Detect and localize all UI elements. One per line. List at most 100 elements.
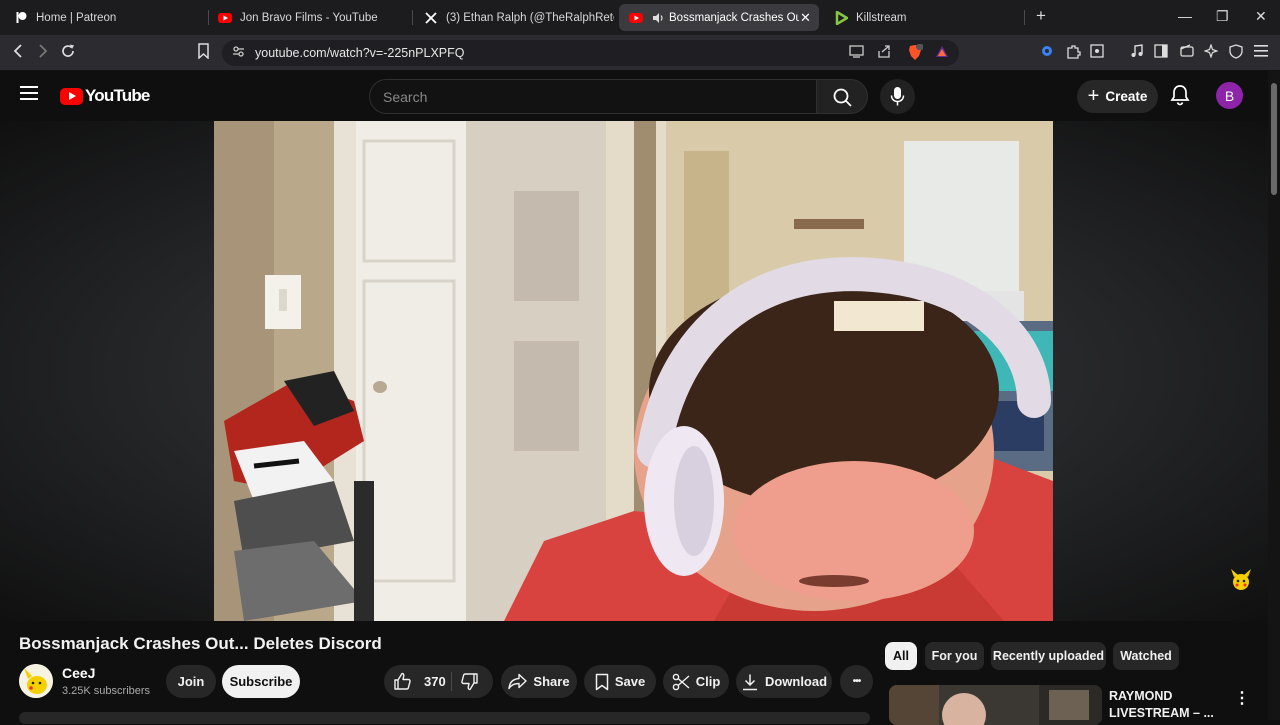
tab-separator	[412, 10, 413, 25]
youtube-masthead: YouTube + Create B	[0, 71, 1268, 121]
thumbs-down-icon	[461, 673, 478, 691]
scrollbar-thumb[interactable]	[1271, 83, 1277, 195]
wallet-icon[interactable]	[1180, 44, 1194, 61]
voice-search-button[interactable]	[880, 79, 915, 114]
screenshot-icon[interactable]	[1090, 44, 1104, 61]
tab-killstream[interactable]: Killstream	[824, 4, 1019, 31]
clip-label: Clip	[695, 674, 721, 689]
leo-ai-icon[interactable]	[1203, 43, 1219, 61]
guide-menu-icon[interactable]	[20, 86, 38, 100]
restore-button[interactable]: ❐	[1216, 8, 1229, 25]
youtube-icon	[629, 11, 643, 25]
reload-icon[interactable]	[60, 43, 76, 64]
share-page-icon[interactable]	[877, 45, 891, 61]
tab-separator	[1024, 10, 1025, 25]
browser-toolbar: youtube.com/watch?v=-225nPLXPFQ	[0, 35, 1280, 71]
extension-gear-icon[interactable]	[1040, 44, 1054, 61]
logo-text: YouTube	[85, 86, 150, 105]
like-divider	[451, 672, 452, 691]
address-bar[interactable]: youtube.com/watch?v=-225nPLXPFQ	[222, 40, 959, 66]
clip-button[interactable]: Clip	[663, 665, 729, 698]
tab-title: Home | Patreon	[36, 11, 117, 24]
extensions-icon[interactable]	[1066, 44, 1081, 62]
download-button[interactable]: Download	[736, 665, 832, 698]
video-frame	[214, 121, 1053, 621]
chip-watched[interactable]: Watched	[1113, 642, 1179, 670]
window-close-button[interactable]: ✕	[1255, 8, 1267, 25]
browser-tab-bar: Home | Patreon Jon Bravo Films - YouTube…	[0, 0, 1280, 35]
url-text: youtube.com/watch?v=-225nPLXPFQ	[255, 46, 465, 60]
brave-rewards-icon[interactable]	[935, 45, 949, 61]
x-icon	[424, 11, 438, 25]
new-tab-button[interactable]: +	[1036, 6, 1046, 26]
chip-for-you[interactable]: For you	[925, 642, 984, 670]
subscribe-button[interactable]: Subscribe	[222, 665, 300, 698]
video-title: Bossmanjack Crashes Out... Deletes Disco…	[19, 634, 382, 653]
tab-close-icon[interactable]: ✕	[800, 10, 811, 26]
vpn-shield-icon[interactable]	[1229, 44, 1243, 62]
media-icon[interactable]	[1130, 44, 1144, 61]
like-dislike-group: 370	[384, 665, 493, 698]
search-icon	[833, 88, 852, 107]
chip-all[interactable]: All	[885, 642, 917, 670]
download-label: Download	[764, 674, 828, 689]
save-label: Save	[614, 674, 646, 689]
youtube-icon	[218, 11, 232, 25]
tab-bossmanjack[interactable]: Bossmanjack Crashes Out... D	[619, 4, 819, 31]
forward-icon[interactable]	[36, 43, 50, 64]
back-icon[interactable]	[11, 43, 25, 64]
recommendation-title[interactable]: RAYMOND LIVESTREAM – ...	[1109, 688, 1219, 722]
microphone-icon	[890, 87, 905, 106]
share-icon	[508, 673, 528, 690]
tab-jon-bravo[interactable]: Jon Bravo Films - YouTube	[208, 4, 408, 31]
thumbs-up-icon	[394, 672, 411, 690]
recommendation-thumbnail[interactable]	[889, 685, 1102, 725]
join-button[interactable]: Join	[166, 665, 216, 698]
download-icon	[742, 674, 757, 690]
scissors-icon	[672, 673, 690, 690]
share-button[interactable]: Share	[501, 665, 577, 698]
like-button[interactable]: 370	[393, 672, 446, 691]
notifications-bell-icon[interactable]	[1170, 84, 1190, 111]
tab-patreon[interactable]: Home | Patreon	[4, 4, 204, 31]
cast-icon[interactable]	[849, 45, 864, 61]
like-count: 370	[424, 674, 446, 689]
search-box	[369, 79, 817, 114]
chip-recently-uploaded[interactable]: Recently uploaded	[991, 642, 1106, 670]
subscriber-count: 3.25K subscribers	[62, 685, 151, 697]
search-button[interactable]	[816, 79, 868, 114]
channel-name[interactable]: CeeJ	[62, 665, 95, 681]
sidebar-toggle-icon[interactable]	[1154, 44, 1168, 61]
rumble-icon	[834, 10, 848, 25]
tab-title: Killstream	[856, 11, 907, 24]
patreon-icon	[14, 11, 28, 25]
minimize-button[interactable]: —	[1178, 8, 1192, 24]
tab-title: Bossmanjack Crashes Out... D	[669, 11, 799, 24]
plus-icon: +	[1087, 85, 1100, 107]
create-button[interactable]: + Create	[1077, 80, 1158, 113]
tab-title: Jon Bravo Films - YouTube	[240, 11, 378, 24]
site-settings-icon[interactable]	[232, 45, 245, 61]
account-avatar[interactable]: B	[1216, 82, 1243, 109]
youtube-logo[interactable]: YouTube	[60, 86, 150, 106]
channel-avatar[interactable]	[19, 664, 53, 698]
create-label: Create	[1105, 89, 1148, 104]
page-scrollbar[interactable]	[1268, 71, 1280, 720]
search-input[interactable]	[383, 89, 783, 105]
browser-menu-icon[interactable]	[1254, 44, 1268, 60]
brave-shields-icon[interactable]	[907, 44, 924, 64]
save-button[interactable]: Save	[584, 665, 656, 698]
more-actions-button[interactable]: •••	[840, 665, 873, 698]
dislike-button[interactable]	[460, 672, 485, 694]
tab-title: (3) Ethan Ralph (@TheRalphRetort) /	[446, 11, 614, 24]
share-label: Share	[533, 674, 570, 689]
tab-ethan-ralph[interactable]: (3) Ethan Ralph (@TheRalphRetort) /	[414, 4, 614, 31]
recommendation-more-icon[interactable]: ⋮	[1234, 688, 1250, 708]
youtube-play-icon	[60, 87, 83, 105]
pikachu-extension-icon[interactable]	[1229, 568, 1253, 592]
speaker-icon[interactable]	[651, 11, 665, 25]
save-bookmark-icon	[595, 673, 609, 690]
bookmark-icon[interactable]	[197, 43, 210, 64]
video-player[interactable]	[214, 121, 1053, 621]
description-box[interactable]	[19, 712, 870, 724]
